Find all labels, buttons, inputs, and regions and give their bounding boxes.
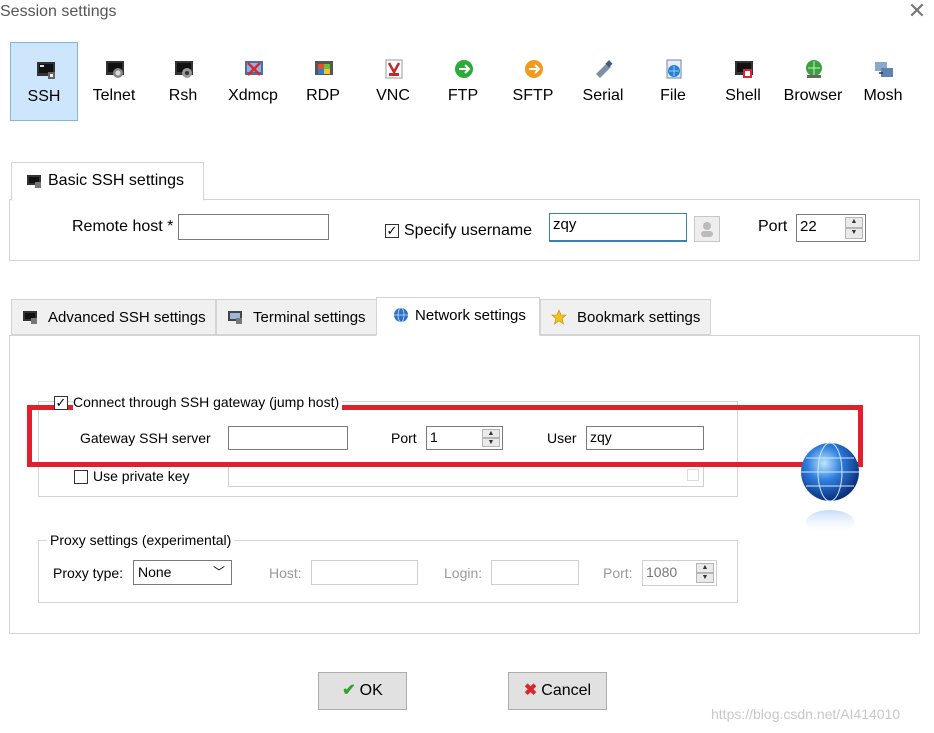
cancel-x-icon: ✖ — [523, 682, 538, 699]
session-type-ftp[interactable]: FTP — [429, 42, 497, 121]
session-type-rdp[interactable]: RDP — [289, 42, 357, 121]
port-label: Port — [758, 218, 788, 235]
session-type-mosh[interactable]: Mosh — [849, 42, 917, 121]
vnc-icon — [385, 59, 403, 79]
browse-icon — [687, 469, 699, 481]
cancel-button-label: Cancel — [541, 682, 592, 699]
username-input[interactable]: zqy — [549, 213, 687, 242]
ftp-icon — [455, 60, 473, 78]
proxy-port-spinner[interactable]: 1080 ▲ ▼ — [642, 560, 717, 586]
window-title: Session settings — [0, 3, 117, 20]
session-type-label: FTP — [447, 87, 479, 104]
proxy-type-select[interactable]: None ﹀ — [133, 560, 232, 585]
ok-button-label: OK — [359, 682, 383, 699]
session-type-label: Shell — [725, 87, 761, 104]
session-type-vnc[interactable]: VNC — [359, 42, 427, 121]
session-type-telnet[interactable]: Telnet — [80, 42, 148, 121]
ssh-gateway-checkbox[interactable]: ✓ — [54, 396, 68, 410]
user-credentials-button[interactable] — [694, 216, 720, 242]
session-type-label: Xdmcp — [228, 87, 278, 104]
tab-basic-ssh-settings[interactable]: Basic SSH settings — [11, 162, 204, 201]
tab-label: Bookmark settings — [577, 309, 701, 326]
proxy-login-input[interactable] — [491, 560, 579, 585]
spin-down-icon[interactable]: ▼ — [845, 228, 863, 239]
port-value: 22 — [800, 218, 817, 235]
xdmcp-icon — [245, 61, 263, 76]
file-icon — [666, 59, 682, 79]
session-type-label: RDP — [306, 87, 340, 104]
session-type-shell[interactable]: Shell — [709, 42, 777, 121]
session-type-serial[interactable]: Serial — [569, 42, 637, 121]
browser-icon — [806, 60, 822, 78]
star-icon — [551, 309, 567, 325]
spin-up-icon[interactable]: ▲ — [696, 563, 714, 573]
terminal-icon — [23, 311, 37, 324]
tab-label: Basic SSH settings — [48, 172, 185, 189]
checkmark-icon: ✔ — [342, 682, 356, 699]
close-icon[interactable]: ✕ — [906, 0, 928, 22]
session-type-ssh[interactable]: SSH — [10, 42, 78, 121]
tab-label: Advanced SSH settings — [48, 309, 206, 326]
session-type-label: Serial — [582, 87, 624, 104]
session-type-label: Rsh — [168, 87, 198, 104]
tab-label: Terminal settings — [253, 309, 366, 326]
port-spinner[interactable]: 22 ▲ ▼ — [796, 214, 866, 242]
sftp-icon — [525, 60, 543, 78]
session-type-label: Mosh — [863, 87, 903, 104]
remote-host-input[interactable] — [178, 214, 329, 240]
proxy-login-label: Login: — [444, 565, 483, 581]
globe-icon — [394, 307, 408, 323]
remote-host-label: Remote host * — [72, 218, 174, 235]
tab-terminal-settings[interactable]: Terminal settings — [216, 299, 377, 335]
proxy-group-label: Proxy settings (experimental) — [47, 532, 235, 548]
ssh-terminal-icon — [37, 62, 55, 79]
serial-icon — [596, 60, 613, 78]
session-type-label: File — [660, 87, 686, 104]
session-type-label: Browser — [783, 87, 843, 104]
session-type-file[interactable]: File — [639, 42, 707, 121]
cancel-button[interactable]: ✖ Cancel — [508, 672, 607, 710]
session-type-rsh[interactable]: Rsh — [149, 42, 217, 121]
highlight-box — [27, 405, 863, 467]
proxy-port-label: Port: — [603, 565, 633, 581]
chevron-down-icon: ﹀ — [212, 565, 225, 579]
network-globe-icon — [801, 442, 859, 534]
ok-button[interactable]: ✔ OK — [318, 672, 407, 710]
rdp-icon — [315, 61, 333, 75]
ssh-gateway-label: Connect through SSH gateway (jump host) — [73, 394, 343, 410]
session-type-xdmcp[interactable]: Xdmcp — [219, 42, 287, 121]
proxy-host-input[interactable] — [311, 560, 418, 585]
proxy-type-value: None — [138, 564, 172, 580]
user-credentials-icon — [701, 222, 713, 237]
session-type-label: SSH — [27, 88, 61, 105]
session-type-label: SFTP — [512, 87, 554, 104]
tab-network-settings[interactable]: Network settings — [376, 297, 540, 336]
watermark: https://blog.csdn.net/AI414010 — [711, 706, 901, 722]
tab-bookmark-settings[interactable]: Bookmark settings — [540, 299, 711, 335]
spin-up-icon[interactable]: ▲ — [845, 217, 863, 228]
proxy-host-label: Host: — [269, 565, 302, 581]
session-type-label: Telnet — [92, 87, 136, 104]
telnet-icon — [106, 61, 124, 78]
proxy-port-value: 1080 — [646, 564, 678, 580]
tab-advanced-ssh-settings[interactable]: Advanced SSH settings — [11, 299, 216, 335]
session-type-label: VNC — [376, 87, 410, 104]
session-type-sftp[interactable]: SFTP — [499, 42, 567, 121]
specify-username-checkbox[interactable]: ✓ — [385, 224, 399, 238]
mosh-icon — [875, 62, 893, 77]
shell-icon — [735, 61, 753, 78]
specify-username-label: Specify username — [404, 222, 533, 239]
monitor-icon — [228, 311, 242, 324]
session-type-browser[interactable]: Browser — [779, 42, 847, 121]
tab-label: Network settings — [415, 307, 526, 324]
terminal-icon — [27, 175, 41, 188]
spin-down-icon[interactable]: ▼ — [696, 573, 714, 583]
rsh-icon — [175, 61, 193, 78]
proxy-type-label: Proxy type: — [53, 565, 124, 581]
private-key-checkbox[interactable] — [74, 470, 88, 484]
private-key-label: Use private key — [93, 468, 190, 484]
